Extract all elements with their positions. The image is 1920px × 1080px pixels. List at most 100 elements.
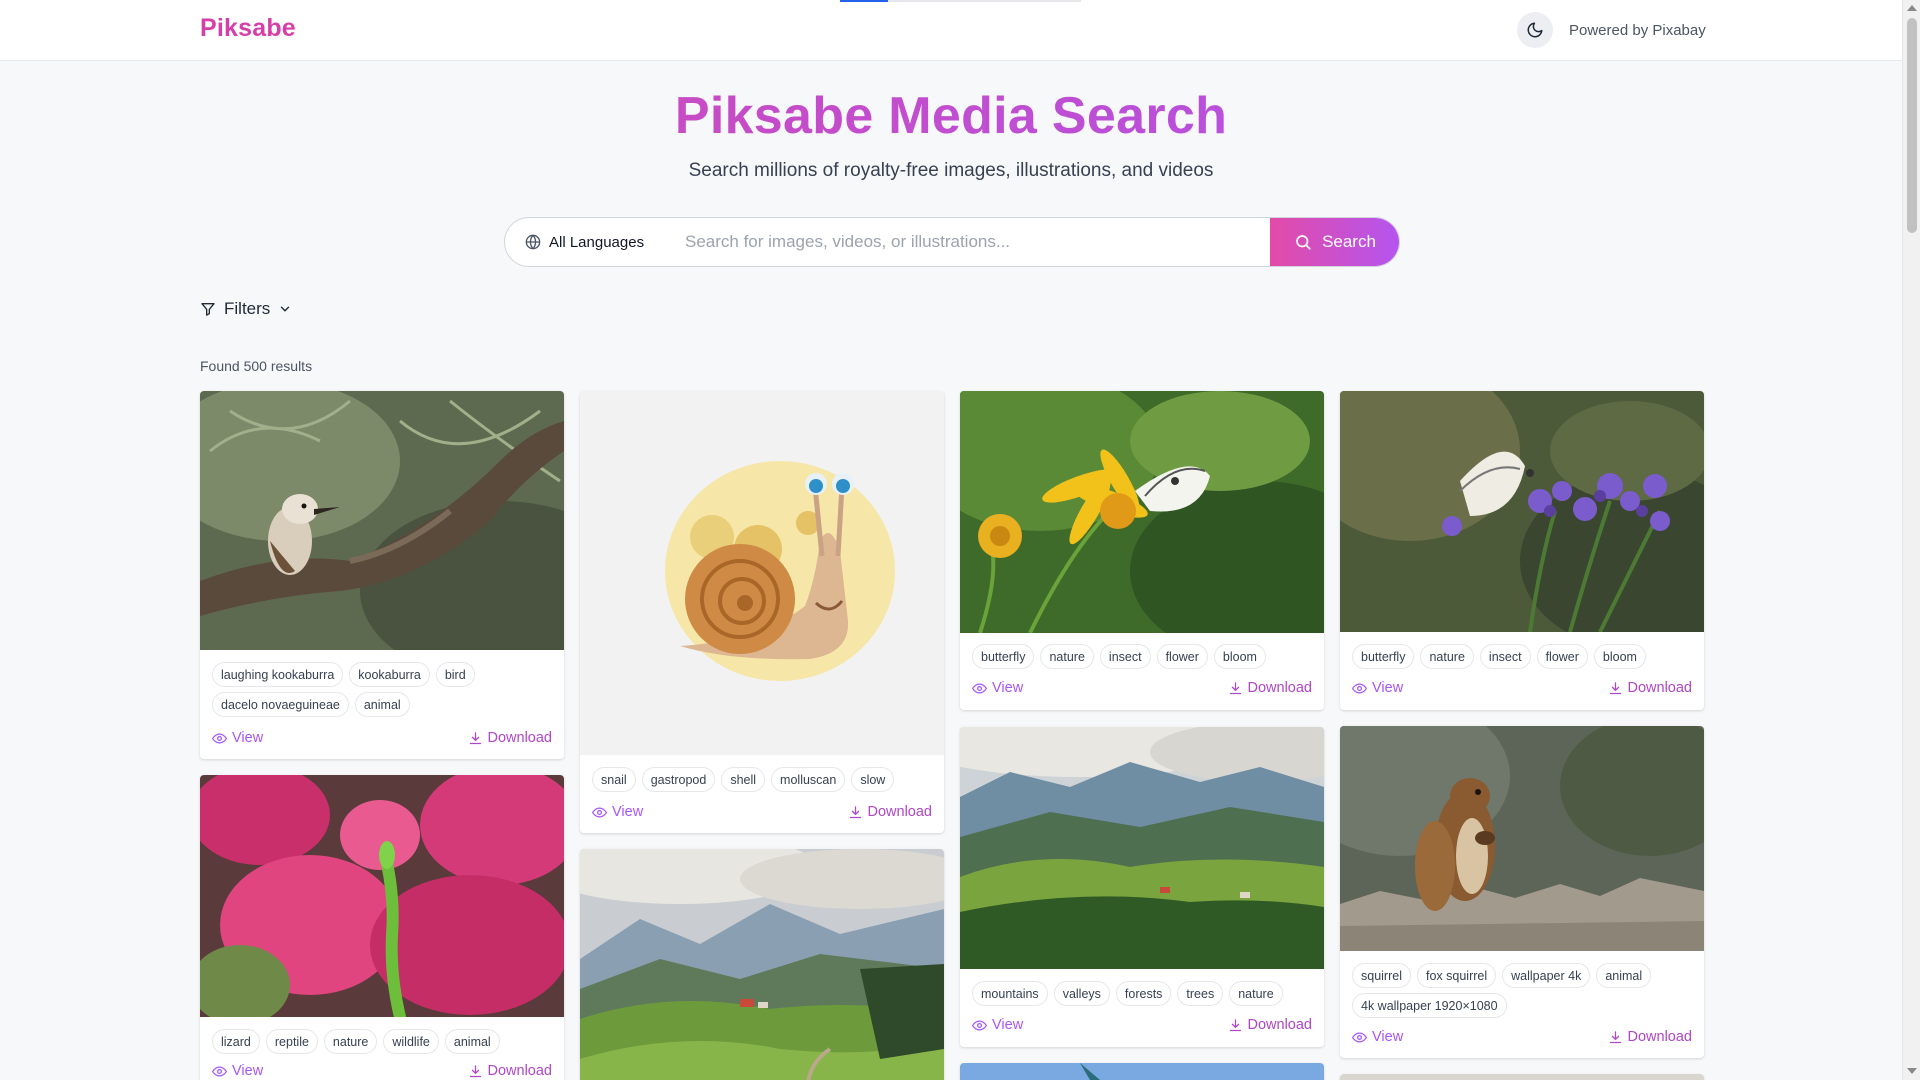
image-card: butterfly nature insect flower bloom Vie… bbox=[1340, 391, 1704, 710]
tag[interactable]: insect bbox=[1479, 644, 1531, 669]
tag[interactable]: animal bbox=[354, 692, 410, 717]
download-link[interactable]: Download bbox=[1608, 680, 1693, 696]
card-actions: View Download bbox=[972, 1015, 1312, 1035]
card-image[interactable] bbox=[1340, 726, 1704, 951]
card-image[interactable] bbox=[580, 391, 944, 755]
eye-icon bbox=[972, 681, 987, 696]
download-label: Download bbox=[1627, 680, 1693, 696]
card-image[interactable] bbox=[200, 775, 564, 1017]
tag[interactable]: bird bbox=[435, 662, 475, 687]
image-card: squirrel fox squirrel wallpaper 4k anima… bbox=[1340, 726, 1704, 1058]
download-link[interactable]: Download bbox=[1228, 680, 1312, 696]
tag[interactable]: 4k wallpaper 1920×1080 bbox=[1352, 993, 1507, 1018]
tag[interactable]: wallpaper 4k bbox=[1502, 963, 1591, 988]
tag-list: mountains valleys forests trees nature bbox=[972, 981, 1312, 1006]
loading-progress-bar bbox=[840, 0, 888, 2]
tag[interactable]: mountains bbox=[972, 981, 1048, 1006]
download-icon bbox=[1228, 681, 1243, 696]
tag[interactable]: bloom bbox=[1213, 644, 1266, 669]
page-scrollbar[interactable] bbox=[1902, 0, 1920, 1080]
view-link[interactable]: View bbox=[1352, 1029, 1403, 1045]
download-label: Download bbox=[1247, 1017, 1313, 1033]
tag[interactable]: forests bbox=[1115, 981, 1172, 1006]
view-label: View bbox=[992, 1017, 1024, 1033]
filter-icon bbox=[200, 301, 216, 317]
card-image[interactable] bbox=[200, 391, 564, 650]
card-image[interactable] bbox=[1340, 1074, 1704, 1080]
scroll-up-arrow[interactable] bbox=[1907, 5, 1917, 11]
tag-list: butterfly nature insect flower bloom bbox=[1352, 644, 1692, 669]
tag[interactable]: dacelo novaeguineae bbox=[212, 692, 349, 717]
search-button[interactable]: Search bbox=[1270, 218, 1399, 266]
card-image[interactable] bbox=[960, 727, 1324, 969]
tag[interactable]: slow bbox=[851, 767, 895, 792]
eye-icon bbox=[212, 1064, 227, 1079]
card-image[interactable] bbox=[960, 391, 1324, 633]
image-card bbox=[580, 849, 944, 1080]
download-label: Download bbox=[487, 1063, 553, 1079]
view-link[interactable]: View bbox=[972, 1017, 1023, 1033]
tag[interactable]: squirrel bbox=[1352, 963, 1411, 988]
image-card bbox=[1340, 1074, 1704, 1080]
tag[interactable]: fox squirrel bbox=[1417, 963, 1497, 988]
tag[interactable]: insect bbox=[1099, 644, 1151, 669]
download-link[interactable]: Download bbox=[468, 1063, 553, 1079]
page-subtitle: Search millions of royalty-free images, … bbox=[688, 160, 1214, 181]
view-link[interactable]: View bbox=[1352, 680, 1403, 696]
tag[interactable]: gastropod bbox=[641, 767, 716, 792]
card-actions: View Download bbox=[1352, 678, 1692, 698]
tag[interactable]: animal bbox=[444, 1029, 500, 1054]
tag[interactable]: lizard bbox=[212, 1029, 260, 1054]
card-image[interactable] bbox=[580, 849, 944, 1080]
view-link[interactable]: View bbox=[592, 804, 643, 820]
language-select-value: All Languages bbox=[549, 233, 645, 251]
tag[interactable]: nature bbox=[323, 1029, 378, 1054]
image-card: snail gastropod shell molluscan slow Vie… bbox=[580, 391, 944, 833]
download-link[interactable]: Download bbox=[848, 804, 932, 820]
eye-icon bbox=[972, 1018, 987, 1033]
card-image[interactable] bbox=[960, 1063, 1324, 1080]
logo[interactable]: Piksabe bbox=[200, 14, 296, 43]
language-select[interactable]: All Languages bbox=[525, 218, 644, 266]
download-link[interactable]: Download bbox=[1228, 1017, 1313, 1033]
scroll-thumb[interactable] bbox=[1907, 18, 1917, 233]
view-link[interactable]: View bbox=[212, 1063, 263, 1079]
tag[interactable]: laughing kookaburra bbox=[212, 662, 344, 687]
image-card: mountains valleys forests trees nature V… bbox=[960, 727, 1324, 1047]
view-link[interactable]: View bbox=[212, 730, 263, 746]
tag[interactable]: reptile bbox=[265, 1029, 318, 1054]
card-image[interactable] bbox=[1340, 391, 1704, 632]
tag[interactable]: nature bbox=[1229, 981, 1283, 1006]
view-label: View bbox=[232, 730, 264, 746]
card-actions: View Download bbox=[212, 1061, 552, 1080]
tag-list: laughing kookaburra kookaburra bird dace… bbox=[212, 662, 552, 717]
tag[interactable]: animal bbox=[1596, 963, 1652, 988]
tag[interactable]: nature bbox=[1040, 644, 1094, 669]
tag[interactable]: bloom bbox=[1593, 644, 1646, 669]
tag[interactable]: flower bbox=[1156, 644, 1208, 669]
tag[interactable]: trees bbox=[1177, 981, 1224, 1006]
tag[interactable]: wildlife bbox=[383, 1029, 439, 1054]
download-link[interactable]: Download bbox=[1608, 1029, 1692, 1045]
tag[interactable]: valleys bbox=[1053, 981, 1110, 1006]
tag[interactable]: kookaburra bbox=[349, 662, 430, 687]
eye-icon bbox=[592, 805, 607, 820]
view-label: View bbox=[232, 1063, 264, 1079]
view-link[interactable]: View bbox=[972, 680, 1023, 696]
tag[interactable]: butterfly bbox=[1352, 644, 1415, 669]
tag[interactable]: molluscan bbox=[771, 767, 846, 792]
filters-toggle[interactable]: Filters bbox=[200, 299, 292, 319]
download-link[interactable]: Download bbox=[468, 730, 552, 746]
tag[interactable]: shell bbox=[721, 767, 766, 792]
search-icon bbox=[1294, 233, 1312, 251]
tag[interactable]: butterfly bbox=[972, 644, 1035, 669]
search-input[interactable] bbox=[685, 218, 1205, 266]
tag[interactable]: nature bbox=[1420, 644, 1474, 669]
scroll-down-arrow[interactable] bbox=[1907, 1068, 1917, 1074]
tag[interactable]: flower bbox=[1536, 644, 1588, 669]
powered-by-text[interactable]: Powered by Pixabay bbox=[1569, 22, 1706, 39]
view-label: View bbox=[1372, 680, 1404, 696]
tag[interactable]: snail bbox=[592, 767, 636, 792]
theme-toggle-button[interactable] bbox=[1517, 12, 1553, 48]
image-card: laughing kookaburra kookaburra bird dace… bbox=[200, 391, 564, 759]
